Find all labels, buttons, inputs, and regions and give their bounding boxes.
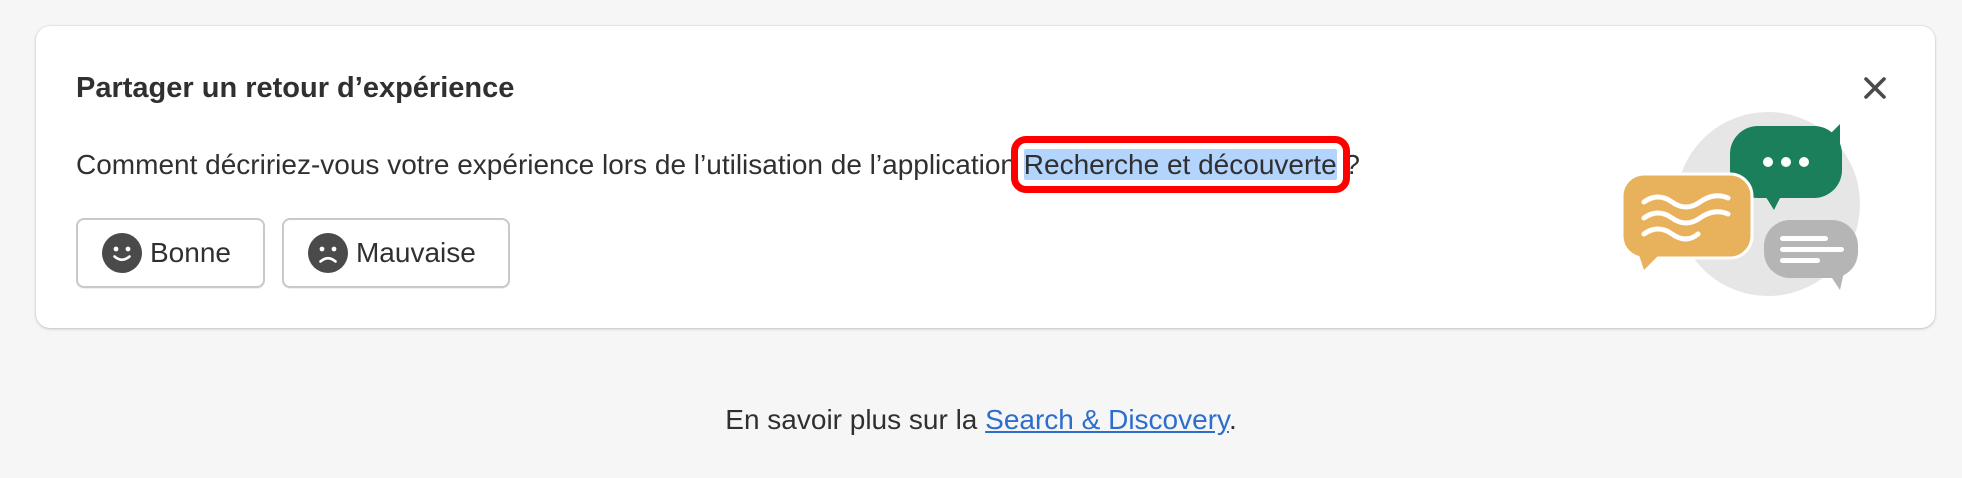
search-discovery-link[interactable]: Search & Discovery [985, 404, 1229, 435]
good-feedback-button[interactable]: Bonne [76, 218, 265, 288]
frown-face-icon [307, 233, 348, 273]
chat-bubbles-illustration [1578, 84, 1868, 304]
feedback-card: Partager un retour d’expérience Comment … [36, 26, 1935, 328]
feedback-question: Comment décririez-vous votre expérience … [76, 136, 1360, 193]
smile-face-icon [102, 233, 142, 273]
orange-chat-bubble-icon [1620, 172, 1754, 270]
bad-feedback-label: Mauvaise [355, 237, 476, 268]
close-icon [1864, 77, 1886, 99]
question-suffix: ? [1336, 149, 1360, 180]
app-name-highlight: Recherche et découverte [1010, 136, 1350, 193]
learn-more-footer: En savoir plus sur la Search & Discovery… [0, 404, 1962, 436]
close-button[interactable] [1855, 68, 1895, 108]
good-feedback-label: Bonne [150, 237, 231, 268]
footer-prefix: En savoir plus sur la [725, 404, 986, 435]
footer-suffix: . [1228, 404, 1237, 435]
question-text: Comment décririez-vous votre expérience … [76, 149, 1024, 180]
feedback-buttons: Bonne Mauvaise [76, 218, 510, 288]
card-title: Partager un retour d’expérience [76, 72, 515, 104]
bad-feedback-button[interactable]: Mauvaise [281, 218, 510, 288]
